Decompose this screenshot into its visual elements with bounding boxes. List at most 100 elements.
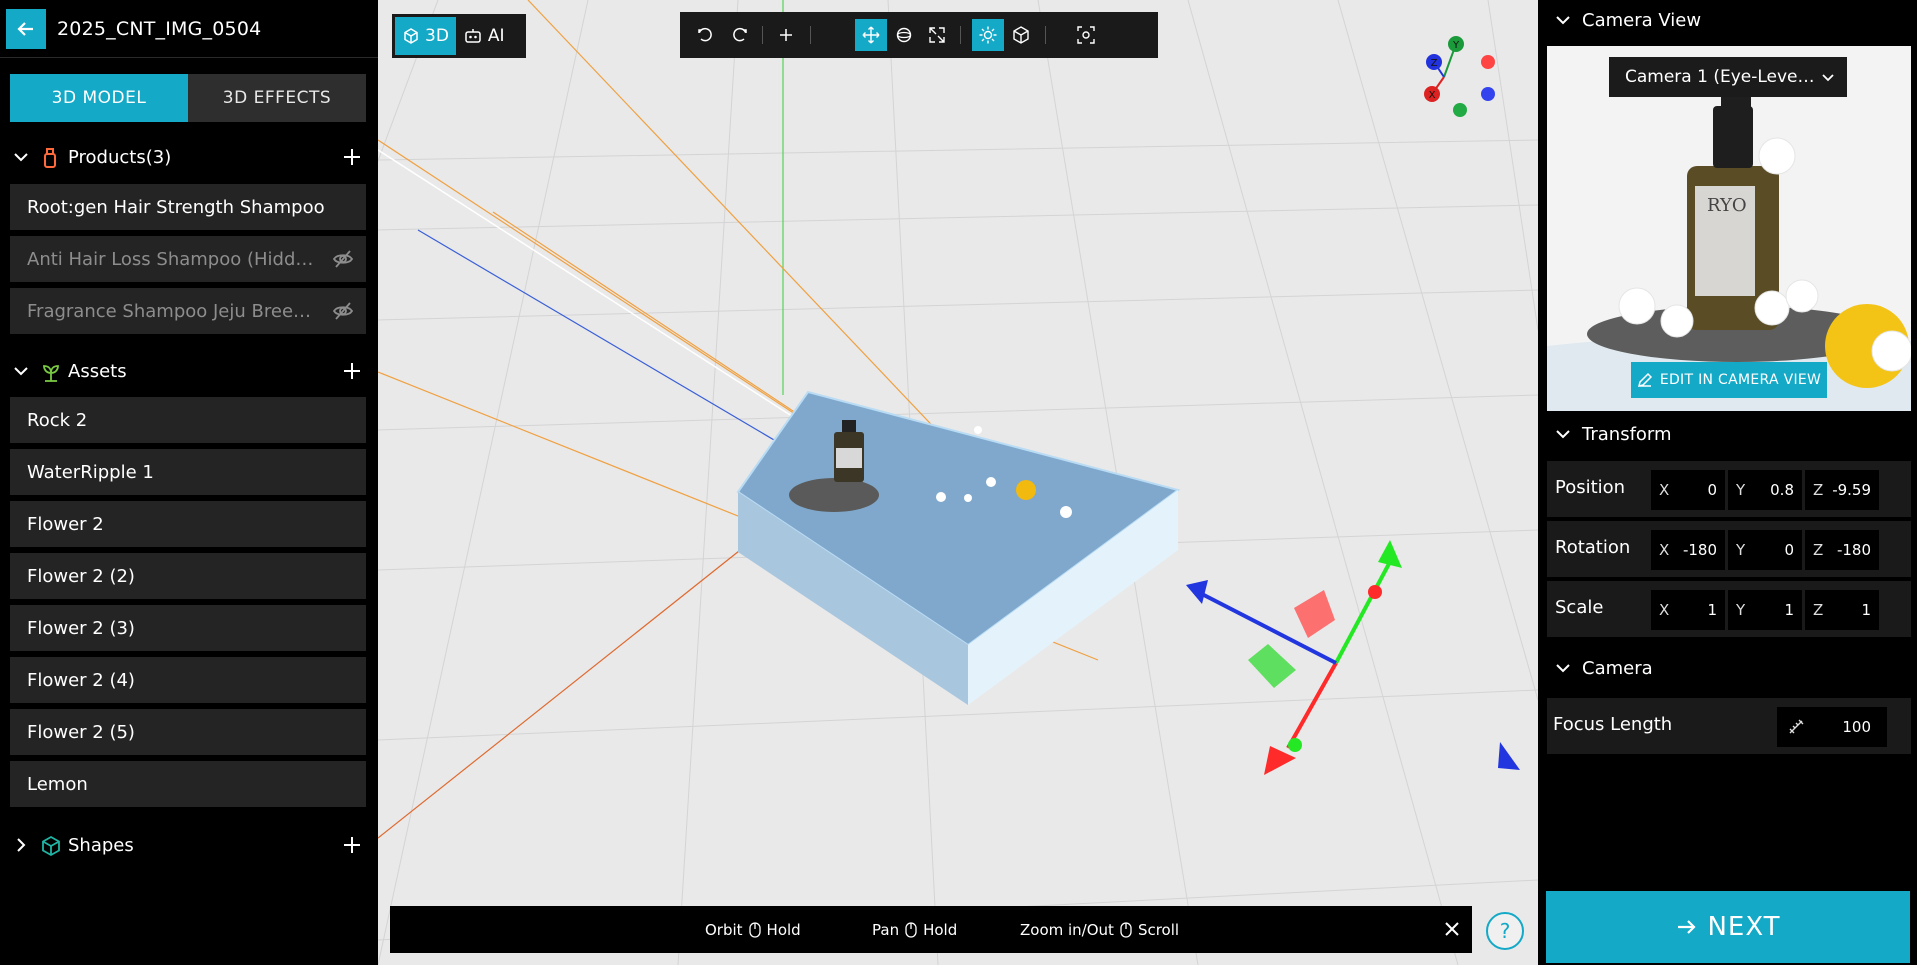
object-view-button[interactable]	[1005, 19, 1037, 51]
rotate-tool-button[interactable]	[888, 19, 920, 51]
scale-y-input[interactable]: Y1	[1728, 590, 1802, 630]
toggle-3d-button[interactable]: 3D	[395, 17, 456, 55]
scale-tool-button[interactable]	[921, 19, 953, 51]
focus-selection-button[interactable]	[1070, 19, 1102, 51]
box-icon	[1013, 26, 1029, 44]
position-z-input[interactable]: Z -9.59	[1805, 470, 1879, 510]
next-label: NEXT	[1707, 912, 1781, 942]
chevron-down-icon[interactable]	[12, 148, 30, 166]
redo-icon	[733, 27, 747, 42]
asset-item[interactable]: WaterRipple 1	[10, 449, 366, 495]
asset-item[interactable]: Flower 2 (4)	[10, 657, 366, 703]
lemon-object[interactable]	[1016, 480, 1036, 500]
product-label: Anti Hair Loss Shampoo (Hidden)	[27, 248, 319, 270]
project-header: 2025_CNT_IMG_0504	[0, 0, 378, 58]
neg-z-axis-handle[interactable]	[1481, 87, 1495, 101]
asset-item[interactable]: Flower 2 (2)	[10, 553, 366, 599]
neg-x-axis-handle[interactable]	[1481, 55, 1495, 69]
z-axis-line	[417, 229, 809, 461]
viewport-toolbar	[680, 12, 1158, 58]
chevron-down-icon[interactable]	[12, 362, 30, 380]
product-item[interactable]: Anti Hair Loss Shampoo (Hidden)	[10, 236, 366, 282]
asset-item[interactable]: Lemon	[10, 761, 366, 807]
hint-pan: Pan Hold	[872, 921, 957, 939]
asset-item[interactable]: Flower 2	[10, 501, 366, 547]
eye-off-icon[interactable]	[332, 301, 354, 321]
asset-label: Rock 2	[27, 409, 88, 431]
tab-3d-effects[interactable]: 3D EFFECTS	[188, 74, 366, 122]
axis-label: Y	[1736, 541, 1746, 559]
field-value: -180	[1682, 541, 1717, 559]
camera-transform-gizmo[interactable]	[1186, 540, 1520, 775]
rotate-icon	[896, 27, 912, 43]
asset-item[interactable]: Flower 2 (3)	[10, 605, 366, 651]
undo-icon	[698, 27, 712, 42]
back-button[interactable]	[6, 8, 46, 49]
help-button[interactable]: ?	[1486, 912, 1524, 950]
rock-object[interactable]	[789, 478, 879, 512]
shapes-section-header[interactable]: Shapes	[0, 825, 378, 865]
eye-off-icon[interactable]	[332, 249, 354, 269]
toggle-ai-button[interactable]: AI	[456, 17, 512, 55]
pencil-icon	[1637, 372, 1652, 388]
neg-y-axis-handle[interactable]	[1453, 103, 1467, 117]
rotation-z-input[interactable]: Z -180	[1805, 530, 1879, 570]
add-shape-icon[interactable]	[342, 835, 362, 855]
hint-orbit: Orbit Hold	[705, 921, 801, 939]
field-value: -9.59	[1832, 481, 1871, 499]
chevron-down-icon[interactable]	[1554, 11, 1572, 29]
scene-canvas[interactable]	[378, 0, 1538, 965]
scale-z-input[interactable]: Z1	[1805, 590, 1879, 630]
robot-icon	[465, 29, 481, 43]
mode-tabs: 3D MODEL 3D EFFECTS	[10, 74, 366, 122]
water-ripple-box[interactable]	[736, 390, 1181, 705]
products-section-header[interactable]: Products(3)	[0, 137, 378, 177]
hint-input: Scroll	[1137, 921, 1180, 939]
axis-label: X	[1659, 541, 1670, 559]
assets-title: Assets	[68, 360, 127, 382]
axis-label: X	[1659, 601, 1670, 619]
axis-orientation-gizmo[interactable]: Y Z X	[1414, 32, 1504, 122]
camera-section-header[interactable]: Camera	[1538, 648, 1917, 688]
sun-icon	[979, 26, 997, 44]
chevron-down-icon[interactable]	[1554, 425, 1572, 443]
mouse-icon	[905, 922, 917, 938]
chevron-right-icon[interactable]	[12, 836, 30, 854]
move-tool-button[interactable]	[855, 19, 887, 51]
rotation-y-input[interactable]: Y0	[1728, 530, 1802, 570]
product-item[interactable]: Root:gen Hair Strength Shampoo	[10, 184, 366, 230]
add-asset-icon[interactable]	[342, 361, 362, 381]
asset-item[interactable]: Flower 2 (5)	[10, 709, 366, 755]
add-object-button[interactable]	[770, 19, 802, 51]
redo-button[interactable]	[723, 19, 755, 51]
asset-item[interactable]: Rock 2	[10, 397, 366, 443]
chevron-down-icon[interactable]	[1554, 659, 1572, 677]
add-product-icon[interactable]	[342, 147, 362, 167]
scale-x-input[interactable]: X1	[1651, 590, 1725, 630]
position-y-input[interactable]: Y 0.8	[1728, 470, 1802, 510]
product-item[interactable]: Fragrance Shampoo Jeju Breeze (Hidden)	[10, 288, 366, 334]
mouse-icon	[1120, 922, 1132, 938]
camera-select[interactable]: Camera 1 (Eye-Level View)	[1609, 57, 1847, 97]
axis-label: Z	[1813, 481, 1824, 499]
camera-title: Camera	[1582, 657, 1653, 679]
scale-label: Scale	[1555, 597, 1604, 618]
edit-in-camera-view-button[interactable]: EDIT IN CAMERA VIEW	[1631, 362, 1827, 398]
position-x-input[interactable]: X0	[1651, 470, 1725, 510]
asset-label: Flower 2	[27, 513, 104, 535]
toolbar-divider	[1045, 26, 1046, 44]
focus-length-value: 100	[1842, 718, 1871, 736]
close-icon[interactable]	[1442, 919, 1462, 939]
lighting-button[interactable]	[972, 19, 1004, 51]
focus-length-input[interactable]: 100	[1777, 707, 1887, 747]
undo-button[interactable]	[690, 19, 722, 51]
tab-3d-model[interactable]: 3D MODEL	[10, 74, 188, 122]
rotation-x-input[interactable]: X -180	[1651, 530, 1725, 570]
mouse-icon	[748, 922, 761, 938]
assets-section-header[interactable]: Assets	[0, 351, 378, 391]
transform-section-header[interactable]: Transform	[1538, 414, 1917, 454]
toolbar-divider	[762, 26, 763, 44]
camera-view-section-header[interactable]: Camera View	[1538, 0, 1917, 40]
3d-viewport[interactable]: 3D AI Y Z X Orbit Hold Pan Hold Zoom in/…	[378, 0, 1538, 965]
next-button[interactable]: NEXT	[1546, 891, 1910, 963]
